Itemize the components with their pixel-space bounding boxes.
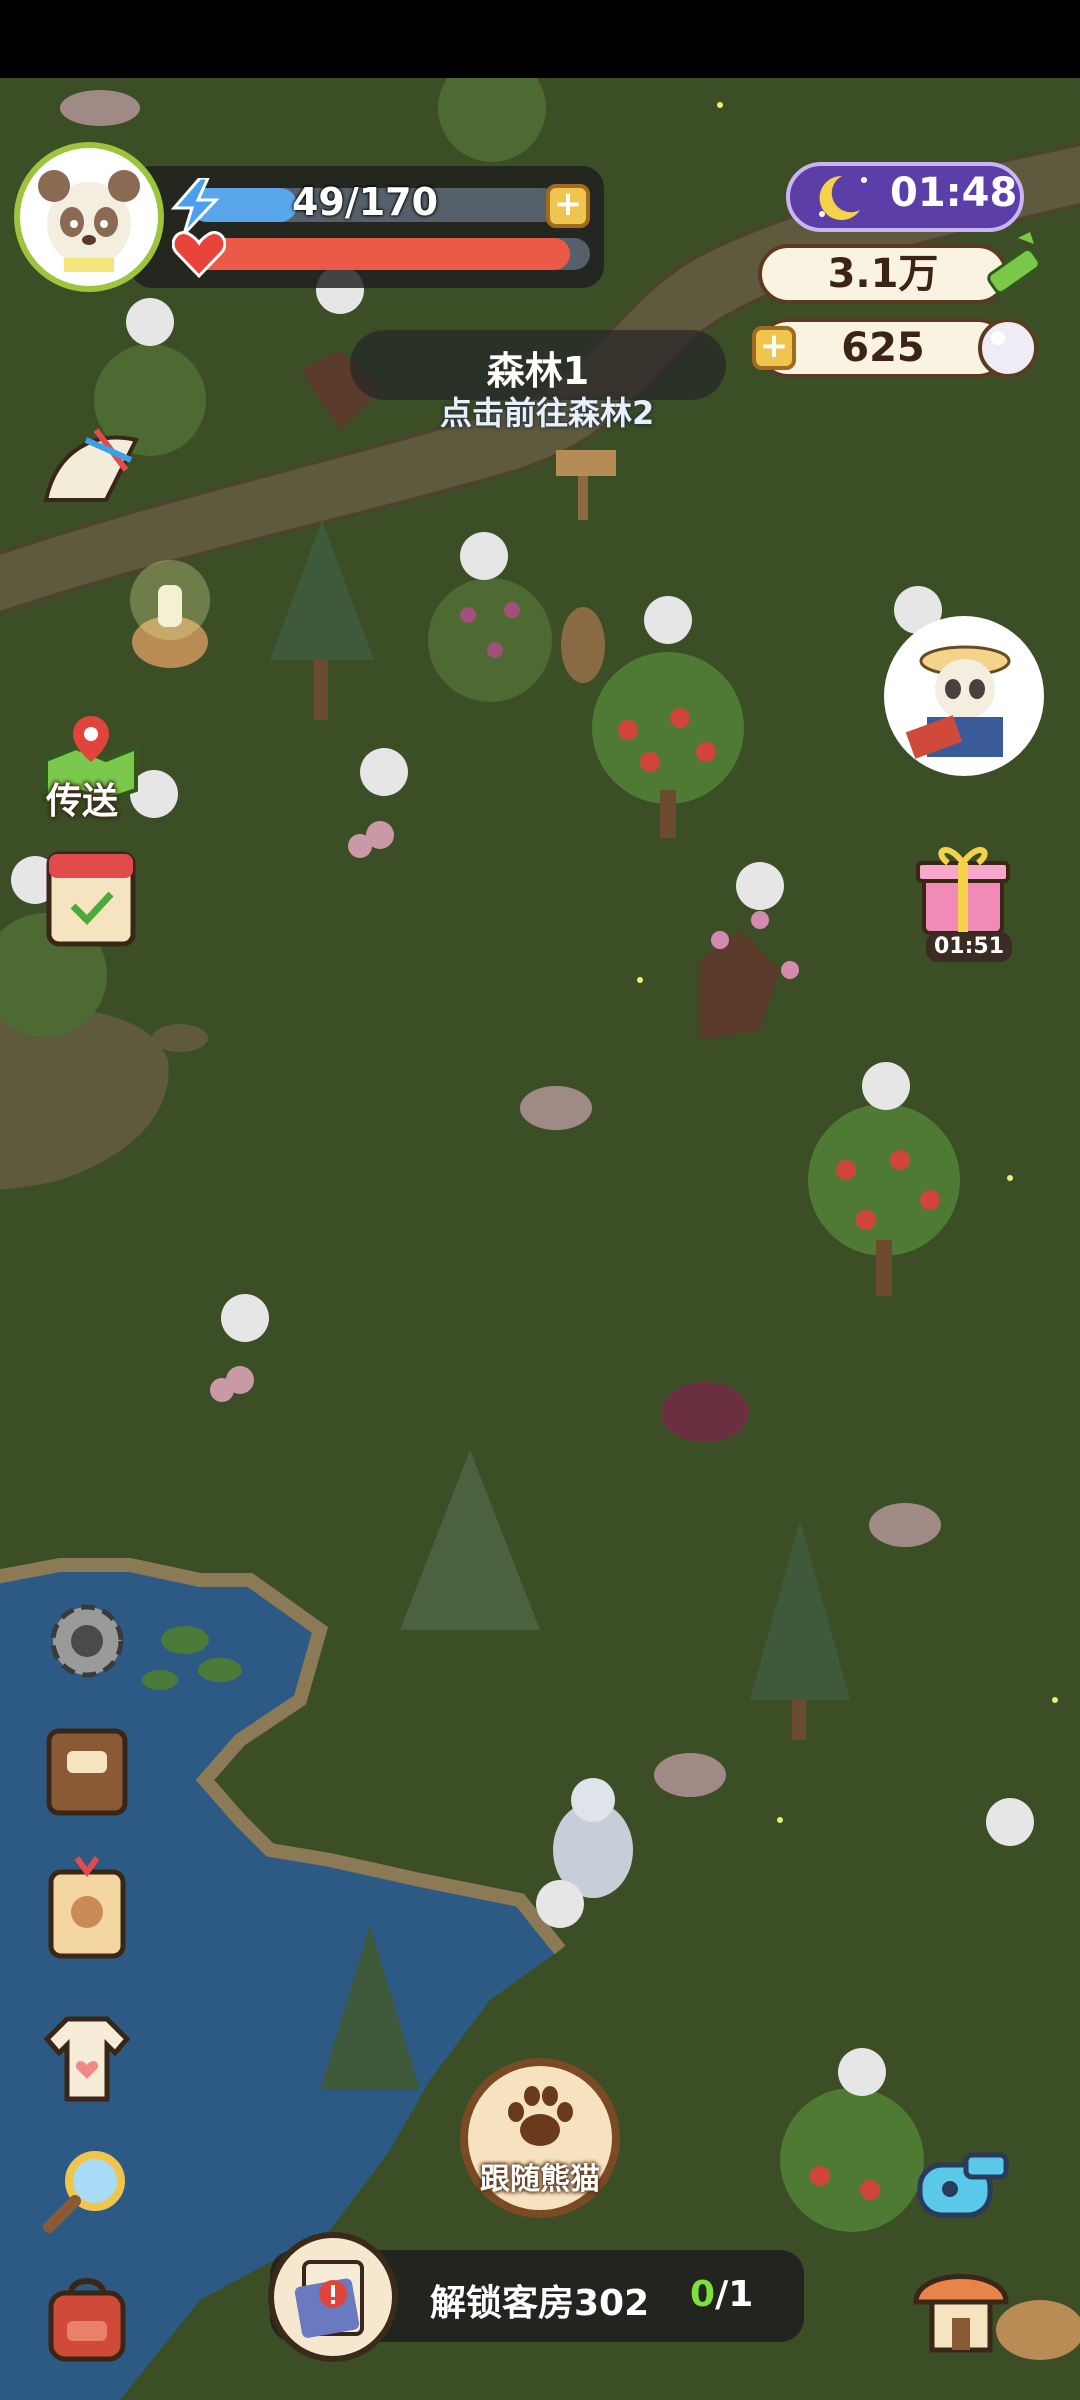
cat-tag-icon[interactable] (32, 1852, 142, 1962)
follow-panda-label[interactable]: 跟随熊猫 (470, 2154, 610, 2198)
quest-progress-total: /1 (715, 2274, 754, 2315)
game-time: 01:48 (890, 170, 1018, 216)
player-avatar[interactable] (14, 142, 164, 292)
recipe-book-icon[interactable] (32, 1716, 142, 1826)
clipboard-alert-icon (294, 2260, 364, 2338)
quest-clipboard-button[interactable] (268, 2232, 398, 2362)
mushroom-house-icon[interactable] (906, 2252, 1016, 2362)
clothing-shirt-icon[interactable] (32, 2004, 142, 2114)
go-to-next-forest-hint[interactable]: 点击前往森林2 (440, 388, 654, 434)
moon-stars-icon (812, 170, 872, 228)
settings-gear-icon[interactable] (32, 1586, 142, 1696)
feather-fan-icon[interactable] (36, 410, 146, 520)
heart-icon (171, 230, 227, 282)
quest-progress: 0/1 (690, 2274, 753, 2315)
location-title: 森林1 (486, 349, 590, 393)
pearl-icon (976, 316, 1040, 384)
calendar-checklist-icon[interactable] (36, 840, 146, 950)
add-pearl-button[interactable]: + (752, 326, 796, 370)
energy-value: 49/170 (291, 180, 439, 224)
npc-panda-gardener[interactable] (884, 616, 1044, 776)
panda-gardener-icon (905, 645, 1011, 759)
whistle-icon[interactable] (906, 2124, 1016, 2234)
bamboo-icon[interactable] (978, 230, 1048, 314)
health-bar (190, 238, 590, 270)
gift-timer: 01:51 (926, 932, 1012, 962)
quest-progress-done: 0 (690, 2274, 716, 2315)
magnifier-search-icon[interactable] (32, 2136, 142, 2246)
backpack-icon[interactable] (32, 2262, 142, 2372)
quest-title: 解锁客房302 (430, 2283, 650, 2324)
teleport-label[interactable]: 传送 (46, 772, 118, 824)
paw-icon (500, 2082, 580, 2156)
gift-box-icon[interactable] (908, 832, 1018, 942)
add-energy-button[interactable]: + (546, 184, 590, 228)
panda-avatar-icon (38, 170, 140, 272)
health-fill (190, 238, 570, 270)
lightning-icon (170, 176, 220, 238)
bamboo-currency: 3.1万 (758, 244, 1008, 304)
status-bar (0, 0, 1080, 78)
